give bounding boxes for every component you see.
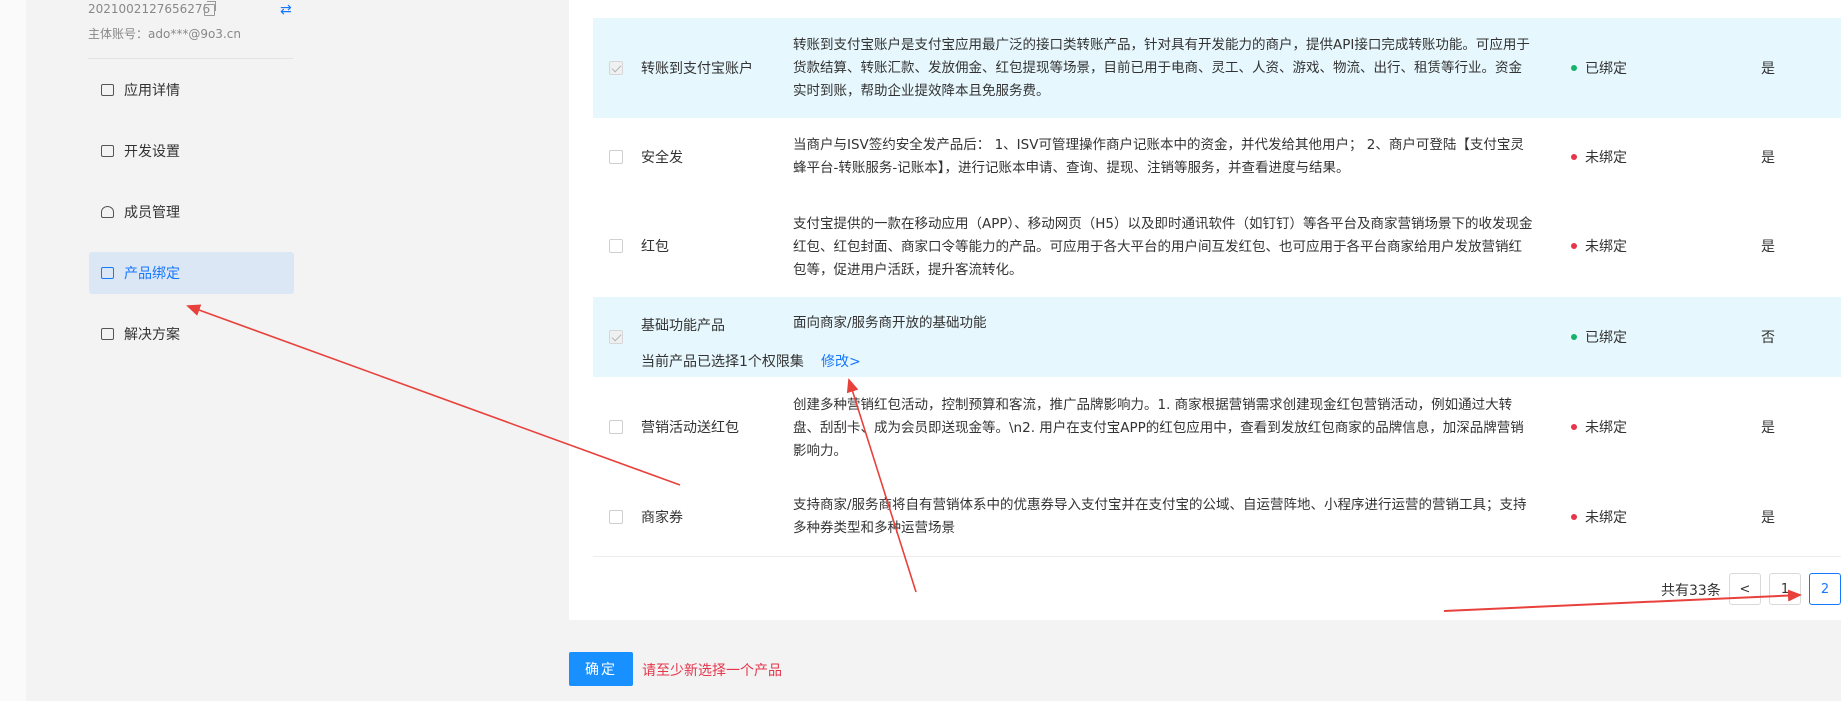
pagination-page-1[interactable]: 1 xyxy=(1769,573,1801,605)
bind-status: 已绑定 xyxy=(1571,58,1627,78)
book-icon xyxy=(101,328,114,340)
table-row[interactable]: 红包 支付宝提供的一款在移动应用（APP）、移动网页（H5）以及即时通讯软件（如… xyxy=(593,196,1841,298)
product-name: 基础功能产品 xyxy=(641,318,725,334)
bind-status: 未绑定 xyxy=(1571,417,1627,437)
pagination-page-2[interactable]: 2 xyxy=(1809,573,1841,605)
table-row[interactable]: 转账到支付宝账户 转账到支付宝账户是支付宝应用最广泛的接口类转账产品，针对具有开… xyxy=(593,18,1841,119)
required-flag: 否 xyxy=(1761,330,1775,346)
user-icon xyxy=(101,206,114,218)
link-icon xyxy=(101,267,114,279)
validation-warning: 请至少新选择一个产品 xyxy=(642,663,782,679)
product-description: 创建多种营销红包活动，控制预算和客流，推广品牌影响力。1. 商家根据营销需求创建… xyxy=(793,397,1524,459)
sidebar-divider xyxy=(88,58,293,59)
required-flag: 是 xyxy=(1761,239,1775,255)
row-checkbox[interactable] xyxy=(609,420,623,434)
required-flag: 是 xyxy=(1761,150,1775,166)
status-text: 未绑定 xyxy=(1585,150,1627,166)
table-row[interactable]: 商家券 支持商家/服务商将自有营销体系中的优惠券导入支付宝并在支付宝的公域、自运… xyxy=(593,478,1841,557)
row-checkbox[interactable] xyxy=(609,150,623,164)
chart-icon xyxy=(101,84,114,96)
row-checkbox[interactable] xyxy=(609,330,623,344)
copy-icon[interactable] xyxy=(204,1,216,16)
product-name: 营销活动送红包 xyxy=(641,420,739,436)
product-table-panel: 转账到支付宝账户 转账到支付宝账户是支付宝应用最广泛的接口类转账产品，针对具有开… xyxy=(569,0,1841,620)
sidebar-item-label: 成员管理 xyxy=(124,205,180,221)
sidebar-item-label: 解决方案 xyxy=(124,327,180,343)
app-id: 2021002127656276 xyxy=(88,2,211,16)
sidebar-item-solutions[interactable]: 解决方案 xyxy=(89,313,294,355)
status-text: 已绑定 xyxy=(1585,61,1627,77)
sidebar-item-product-binding[interactable]: 产品绑定 xyxy=(89,252,294,294)
settings-icon xyxy=(101,145,114,157)
product-description: 当商户与ISV签约安全发产品后： 1、ISV可管理操作商户记账本中的资金，并代发… xyxy=(793,137,1524,176)
table-row[interactable]: 安全发 当商户与ISV签约安全发产品后： 1、ISV可管理操作商户记账本中的资金… xyxy=(593,118,1841,197)
status-dot xyxy=(1571,424,1577,430)
required-flag: 是 xyxy=(1761,510,1775,526)
product-description: 面向商家/服务商开放的基础功能 xyxy=(793,315,987,331)
product-name: 安全发 xyxy=(641,150,683,166)
product-description: 支付宝提供的一款在移动应用（APP）、移动网页（H5）以及即时通讯软件（如钉钉）… xyxy=(793,216,1533,278)
status-dot xyxy=(1571,65,1577,71)
sidebar-item-label: 应用详情 xyxy=(124,83,180,99)
status-text: 已绑定 xyxy=(1585,330,1627,346)
status-dot xyxy=(1571,334,1577,340)
sidebar-item-dev-settings[interactable]: 开发设置 xyxy=(89,130,294,172)
row-checkbox[interactable] xyxy=(609,239,623,253)
bind-status: 未绑定 xyxy=(1571,147,1627,167)
sidebar-item-app-detail[interactable]: 应用详情 xyxy=(89,69,294,111)
status-text: 未绑定 xyxy=(1585,239,1627,255)
pagination-prev-button[interactable]: < xyxy=(1729,573,1761,605)
required-flag: 是 xyxy=(1761,61,1775,77)
left-edge-strip xyxy=(0,0,26,701)
table-row[interactable]: 营销活动送红包 创建多种营销红包活动，控制预算和客流，推广品牌影响力。1. 商家… xyxy=(593,377,1841,479)
product-description: 转账到支付宝账户是支付宝应用最广泛的接口类转账产品，针对具有开发能力的商户，提供… xyxy=(793,37,1530,99)
sidebar-item-members[interactable]: 成员管理 xyxy=(89,191,294,233)
confirm-button[interactable]: 确定 xyxy=(569,652,633,686)
sidebar-item-label: 开发设置 xyxy=(124,144,180,160)
required-flag: 是 xyxy=(1761,420,1775,436)
status-dot xyxy=(1571,154,1577,160)
status-text: 未绑定 xyxy=(1585,420,1627,436)
bind-status: 未绑定 xyxy=(1571,236,1627,256)
product-name: 红包 xyxy=(641,239,669,255)
status-dot xyxy=(1571,243,1577,249)
swap-icon[interactable]: ⇄ xyxy=(280,2,292,18)
pagination-total: 共有33条 xyxy=(1661,583,1721,599)
bind-status: 未绑定 xyxy=(1571,507,1627,527)
table-row[interactable]: 基础功能产品 面向商家/服务商开放的基础功能 当前产品已选择1个权限集 修改> … xyxy=(593,297,1841,378)
row-checkbox[interactable] xyxy=(609,61,623,75)
product-name: 转账到支付宝账户 xyxy=(641,61,753,77)
status-text: 未绑定 xyxy=(1585,510,1627,526)
row-checkbox[interactable] xyxy=(609,510,623,524)
product-description: 支持商家/服务商将自有营销体系中的优惠券导入支付宝并在支付宝的公域、自运营阵地、… xyxy=(793,497,1527,536)
modify-link[interactable]: 修改> xyxy=(821,351,861,371)
bind-status: 已绑定 xyxy=(1571,327,1627,347)
sidebar: 2021002127656276 ⇄ 主体账号：ado***@9o3.cn 应用… xyxy=(26,0,566,701)
product-name: 商家券 xyxy=(641,510,683,526)
status-dot xyxy=(1571,514,1577,520)
permission-set-text: 当前产品已选择1个权限集 xyxy=(641,354,804,370)
sidebar-item-label: 产品绑定 xyxy=(124,266,180,282)
main-account: 主体账号：ado***@9o3.cn xyxy=(88,27,241,41)
